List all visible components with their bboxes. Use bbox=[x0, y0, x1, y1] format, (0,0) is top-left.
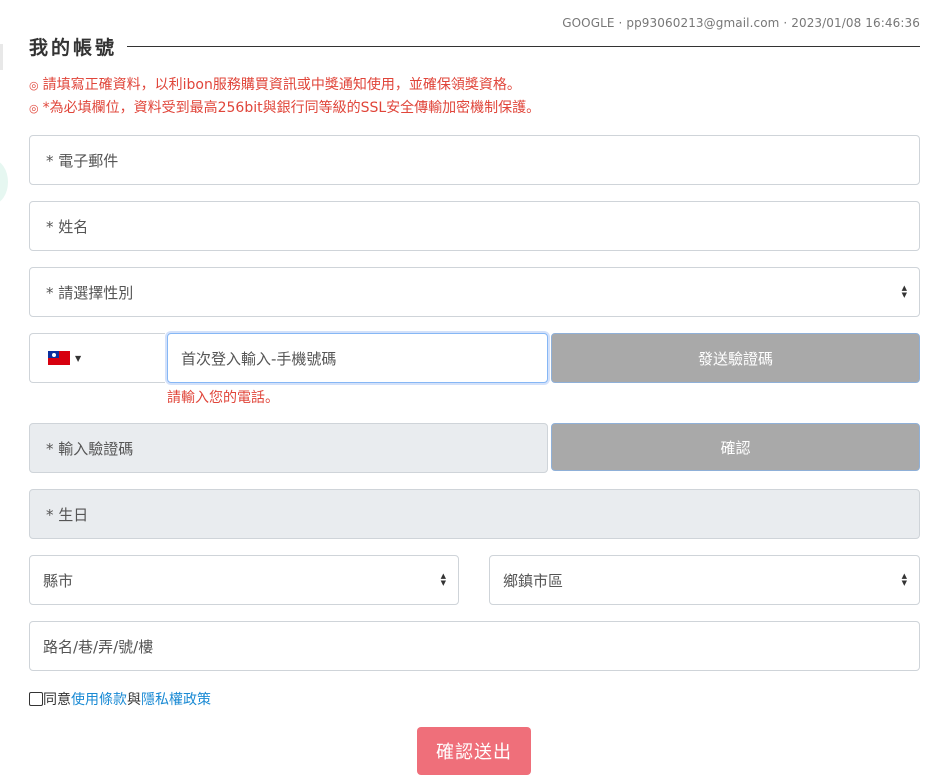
agree-conjunction: 與 bbox=[127, 692, 141, 708]
city-placeholder: 縣市 bbox=[43, 571, 74, 590]
sort-caret-icon: ▲ ▼ bbox=[440, 572, 446, 587]
agree-prefix: 同意 bbox=[43, 692, 71, 708]
notice-line: ◎ *為必填欄位，資料受到最高256bit與銀行同等級的SSL安全傳輸加密機制保護… bbox=[29, 97, 540, 117]
phone-placeholder: 首次登入輸入-手機號碼 bbox=[181, 349, 337, 368]
phone-error-message: 請輸入您的電話。 bbox=[167, 390, 279, 406]
agree-checkbox[interactable] bbox=[29, 692, 43, 706]
gender-select[interactable]: * 請選擇性別 ▲ ▼ bbox=[29, 267, 920, 317]
account-info: GOOGLE · pp93060213@gmail.com · 2023/01/… bbox=[562, 16, 920, 30]
section-header: 我的帳號 bbox=[29, 33, 920, 59]
header-divider bbox=[127, 45, 920, 47]
sort-caret-icon: ▲ ▼ bbox=[901, 284, 907, 299]
left-edge-tab bbox=[0, 44, 3, 70]
page-title: 我的帳號 bbox=[29, 36, 118, 59]
city-select[interactable]: 縣市 ▲ ▼ bbox=[29, 555, 459, 605]
agreement-row: 同意 使用條款 與 隱私權政策 bbox=[29, 689, 211, 709]
account-email: pp93060213@gmail.com bbox=[626, 16, 780, 30]
code-placeholder: * 輸入驗證碼 bbox=[46, 439, 134, 458]
send-code-button[interactable]: 發送驗證碼 bbox=[551, 333, 920, 383]
name-field[interactable]: * 姓名 bbox=[29, 201, 920, 251]
address-input[interactable]: 路名/巷/弄/號/樓 bbox=[29, 621, 920, 671]
submit-button[interactable]: 確認送出 bbox=[417, 727, 531, 775]
address-placeholder: 路名/巷/弄/號/樓 bbox=[43, 637, 154, 656]
sort-caret-icon: ▲ ▼ bbox=[901, 572, 907, 587]
birthday-input[interactable]: * 生日 bbox=[29, 489, 920, 539]
account-timestamp: 2023/01/08 16:46:36 bbox=[791, 16, 920, 30]
phone-input[interactable]: 首次登入輸入-手機號碼 bbox=[167, 333, 548, 383]
email-field[interactable]: * 電子郵件 bbox=[29, 135, 920, 185]
left-edge-decoration bbox=[0, 160, 8, 204]
circle-bullet-icon: ◎ bbox=[29, 102, 39, 115]
notice-line: ◎ 請填寫正確資料，以利ibon服務購買資訊或中獎通知使用，並確保領獎資格。 bbox=[29, 74, 521, 94]
country-code-select[interactable]: ▼ bbox=[29, 333, 165, 383]
verification-code-input[interactable]: * 輸入驗證碼 bbox=[29, 423, 548, 473]
account-provider: GOOGLE bbox=[562, 16, 615, 30]
terms-link[interactable]: 使用條款 bbox=[71, 689, 127, 709]
district-placeholder: 鄉鎮市區 bbox=[503, 571, 564, 590]
confirm-code-button[interactable]: 確認 bbox=[551, 423, 920, 471]
chevron-down-icon: ▼ bbox=[75, 353, 82, 363]
email-placeholder: * 電子郵件 bbox=[46, 151, 119, 170]
circle-bullet-icon: ◎ bbox=[29, 79, 39, 92]
notice-text: *為必填欄位，資料受到最高256bit與銀行同等級的SSL安全傳輸加密機制保護。 bbox=[42, 100, 541, 116]
notice-text: 請填寫正確資料，以利ibon服務購買資訊或中獎通知使用，並確保領獎資格。 bbox=[42, 77, 521, 93]
name-placeholder: * 姓名 bbox=[46, 217, 89, 236]
taiwan-flag-icon bbox=[48, 351, 70, 365]
privacy-link[interactable]: 隱私權政策 bbox=[141, 689, 211, 709]
birthday-placeholder: * 生日 bbox=[46, 505, 89, 524]
gender-placeholder: * 請選擇性別 bbox=[46, 283, 134, 302]
district-select[interactable]: 鄉鎮市區 ▲ ▼ bbox=[489, 555, 920, 605]
